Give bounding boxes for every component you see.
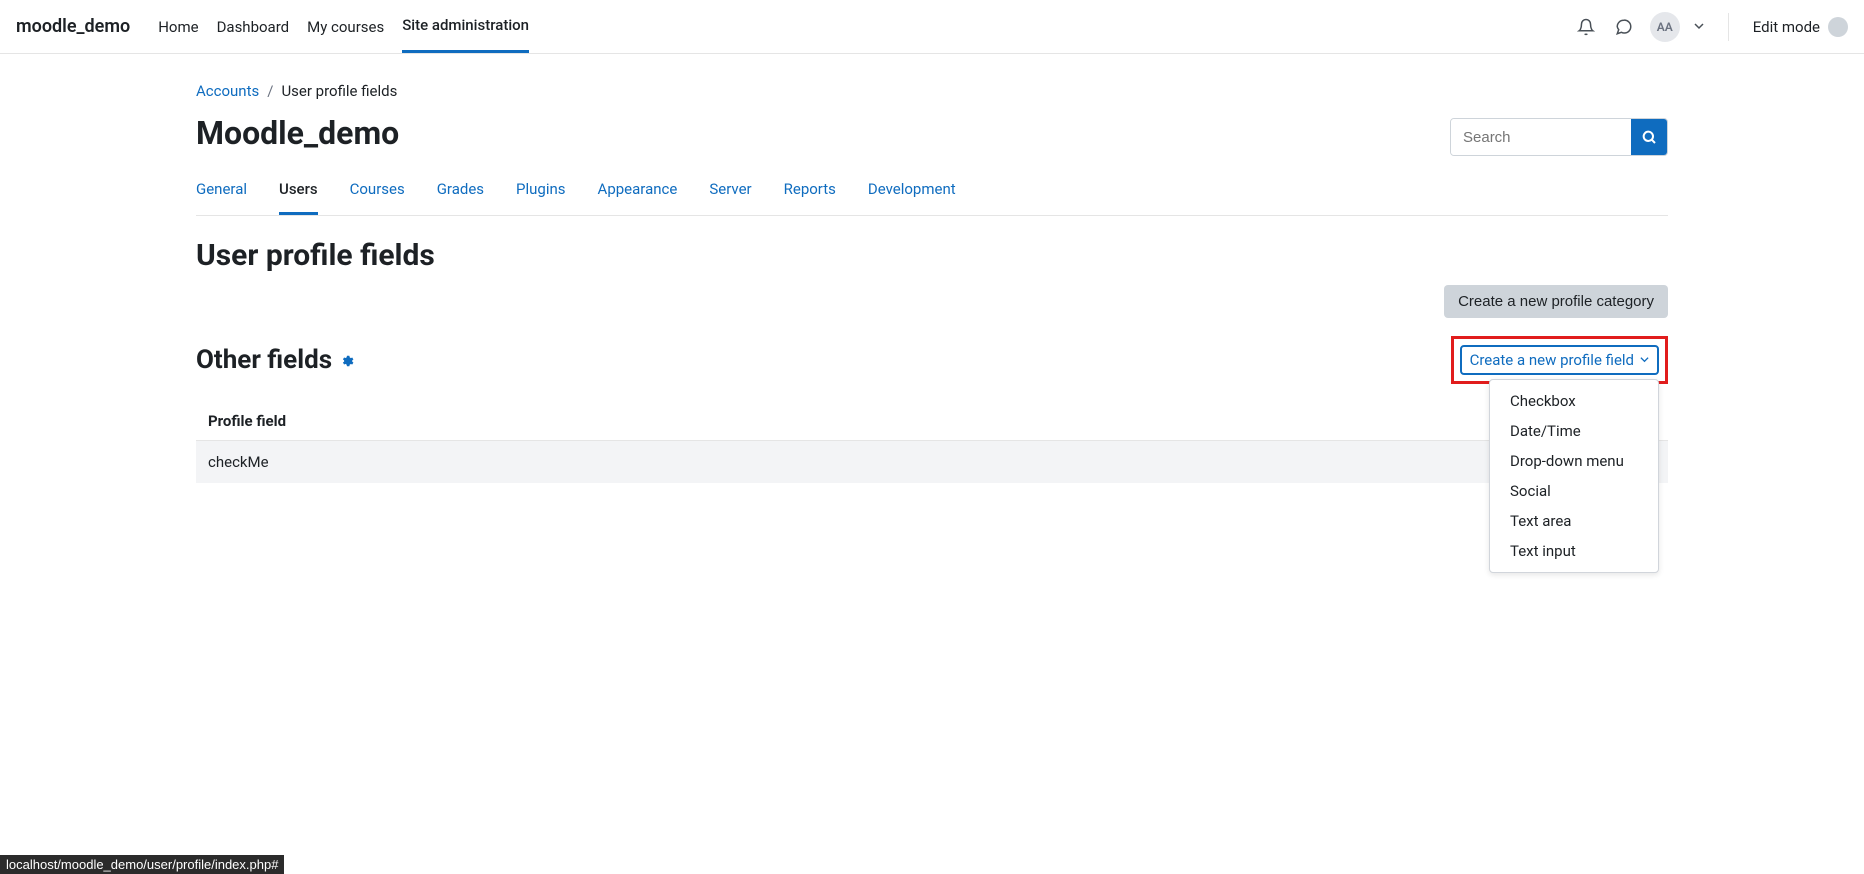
divider [1728,13,1729,41]
bell-icon[interactable] [1574,15,1598,39]
breadcrumb-sep: / [267,82,273,100]
search-input[interactable] [1451,119,1631,155]
title-row: Moodle_demo [196,108,1668,166]
chevron-down-icon [1640,354,1649,367]
category-header: Other fields Create a new profile field … [196,336,1668,384]
search-icon [1641,129,1657,145]
section-title: User profile fields [196,238,1668,273]
category-name: Other fields [196,345,354,375]
editmode-toggle[interactable]: Edit mode [1753,17,1848,37]
tab-general[interactable]: General [196,166,247,215]
tab-grades[interactable]: Grades [437,166,484,215]
topright: AA Edit mode [1574,12,1848,42]
opt-textinput[interactable]: Text input [1490,536,1658,566]
table-row: checkMe [196,441,1668,483]
create-field-select[interactable]: Create a new profile field [1460,345,1659,375]
breadcrumb-accounts[interactable]: Accounts [196,82,259,100]
create-category-button[interactable]: Create a new profile category [1444,285,1668,318]
opt-dropdown[interactable]: Drop-down menu [1490,446,1658,476]
editmode-switch-icon[interactable] [1828,17,1848,37]
tab-plugins[interactable]: Plugins [516,166,565,215]
nav-home[interactable]: Home [158,0,198,53]
search-box [1450,118,1668,156]
highlight-box: Create a new profile field Checkbox Date… [1451,336,1668,384]
site-name-heading: Moodle_demo [196,114,399,152]
td-field-name: checkMe [196,441,1668,483]
avatar[interactable]: AA [1650,12,1680,42]
tab-courses[interactable]: Courses [350,166,405,215]
category-name-text: Other fields [196,345,332,375]
tab-server[interactable]: Server [709,166,751,215]
create-field-select-label: Create a new profile field [1470,351,1634,369]
browser-status-bar: localhost/moodle_demo/user/profile/index… [0,855,284,874]
th-profile-field: Profile field [196,402,1668,440]
create-category-row: Create a new profile category [196,285,1668,318]
search-button[interactable] [1631,119,1667,155]
breadcrumb-current: User profile fields [281,82,397,100]
opt-datetime[interactable]: Date/Time [1490,416,1658,446]
field-type-dropdown: Checkbox Date/Time Drop-down menu Social… [1489,379,1659,573]
tab-reports[interactable]: Reports [784,166,836,215]
page-body: Accounts / User profile fields Moodle_de… [172,54,1692,483]
nav-dashboard[interactable]: Dashboard [217,0,290,53]
nav-mycourses[interactable]: My courses [307,0,384,53]
tab-development[interactable]: Development [868,166,956,215]
fields-table: Profile field checkMe [196,402,1668,483]
topnav: Home Dashboard My courses Site administr… [158,0,529,53]
opt-checkbox[interactable]: Checkbox [1490,386,1658,416]
topbar: moodle_demo Home Dashboard My courses Si… [0,0,1864,54]
nav-siteadmin[interactable]: Site administration [402,0,529,53]
opt-textarea[interactable]: Text area [1490,506,1658,536]
brand[interactable]: moodle_demo [16,16,130,37]
admin-tabs: General Users Courses Grades Plugins App… [196,166,1668,216]
editmode-label: Edit mode [1753,18,1820,36]
table-head: Profile field [196,402,1668,441]
user-menu-caret-icon[interactable] [1694,20,1704,34]
tab-users[interactable]: Users [279,166,318,215]
gear-icon[interactable] [340,345,354,375]
breadcrumb: Accounts / User profile fields [196,54,1668,108]
message-icon[interactable] [1612,15,1636,39]
tab-appearance[interactable]: Appearance [598,166,678,215]
create-field-select-wrap: Create a new profile field Checkbox Date… [1460,345,1659,375]
opt-social[interactable]: Social [1490,476,1658,506]
